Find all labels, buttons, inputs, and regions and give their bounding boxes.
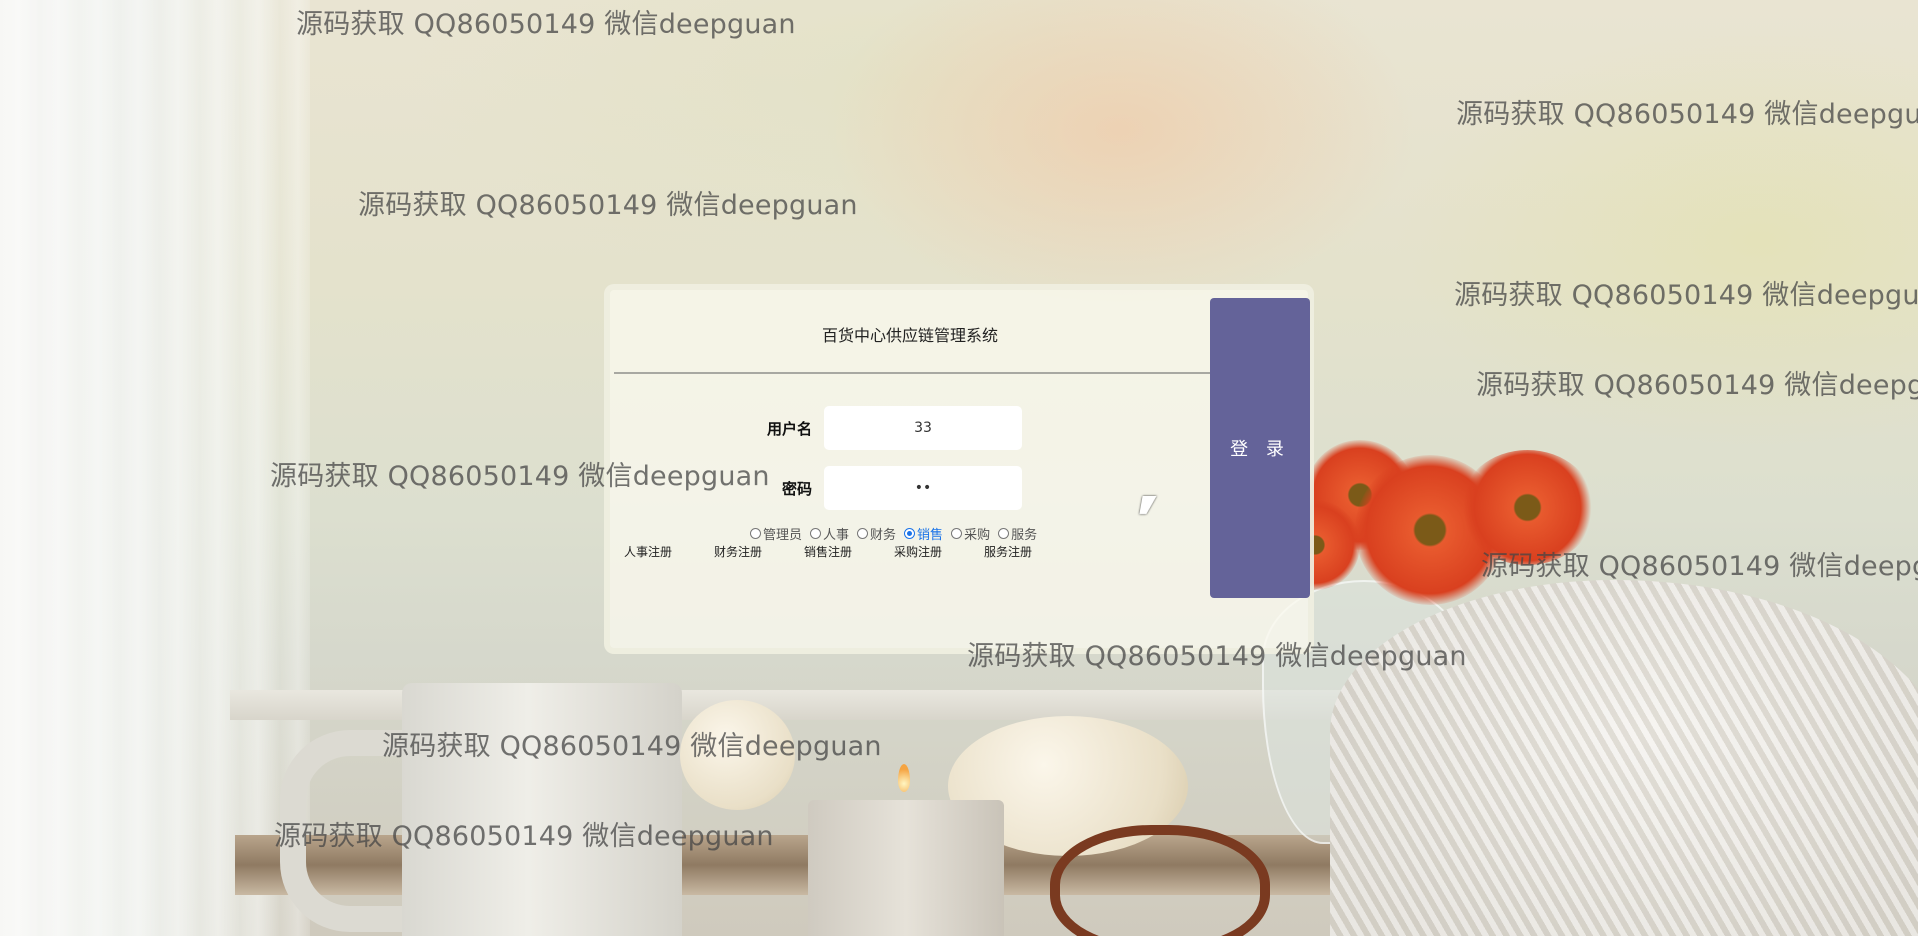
radio-icon[interactable] (810, 527, 822, 539)
role-label: 采购 (964, 527, 991, 543)
radio-checked-icon[interactable] (904, 527, 916, 539)
username-input[interactable] (824, 406, 1022, 450)
radio-icon[interactable] (750, 527, 761, 539)
register-link-purchase[interactable]: 采购注册 (894, 543, 984, 559)
role-selector: 管理员 人事 财务 销售 采购 服务 (750, 523, 1170, 543)
role-option-purchase[interactable]: 采购 (951, 524, 990, 543)
username-label: 用户名 (766, 420, 812, 438)
register-link-service[interactable]: 服务注册 (984, 543, 1074, 559)
knit-blanket-image (1330, 580, 1918, 936)
register-link-hr[interactable]: 人事注册 (624, 543, 714, 559)
password-label: 密码 (781, 480, 812, 498)
title-divider (614, 372, 1212, 374)
register-link-finance[interactable]: 财务注册 (714, 543, 804, 559)
role-option-sales[interactable]: 销售 (904, 524, 943, 543)
watermark-text: 源码获取 QQ86050149 微信deepguan (358, 190, 858, 221)
pumpkin-image (680, 700, 795, 810)
role-label: 管理员 (763, 527, 803, 543)
login-button[interactable]: 登 录 (1210, 298, 1310, 598)
watermark-text: 源码获取 QQ86050149 微信deepguan (296, 9, 796, 40)
watermark-text: 源码获取 QQ86050149 微信deepguan (1476, 370, 1918, 401)
candle-flame-image (898, 764, 910, 792)
register-links: 人事注册 财务注册 销售注册 采购注册 服务注册 (624, 543, 1074, 559)
login-card: 百货中心供应链管理系统 用户名 密码 管理员 人事 财务 销售 (604, 284, 1314, 654)
curtain-image (0, 0, 310, 936)
role-option-finance[interactable]: 财务 (857, 524, 896, 543)
radio-icon[interactable] (857, 527, 869, 539)
role-option-service[interactable]: 服务 (998, 524, 1037, 543)
role-label: 人事 (823, 527, 850, 543)
eyeglasses-image (1050, 825, 1270, 936)
watermark-text: 源码获取 QQ86050149 微信deepguan (1456, 99, 1918, 130)
role-label: 销售 (917, 527, 944, 543)
role-label: 财务 (870, 527, 897, 543)
register-link-sales[interactable]: 销售注册 (804, 543, 894, 559)
role-label: 服务 (1011, 527, 1038, 543)
watermark-text: 源码获取 QQ86050149 微信deepguan (1454, 280, 1918, 311)
role-option-admin[interactable]: 管理员 (750, 524, 802, 543)
radio-icon[interactable] (951, 527, 963, 539)
candle-image (808, 800, 1004, 936)
role-option-hr[interactable]: 人事 (810, 524, 849, 543)
flower-image (1460, 450, 1595, 565)
radio-icon[interactable] (998, 527, 1010, 539)
background-photo: 百货中心供应链管理系统 用户名 密码 管理员 人事 财务 销售 (0, 0, 1918, 936)
page-title: 百货中心供应链管理系统 (821, 326, 998, 345)
mug-image (402, 683, 682, 936)
password-input[interactable] (824, 466, 1022, 510)
